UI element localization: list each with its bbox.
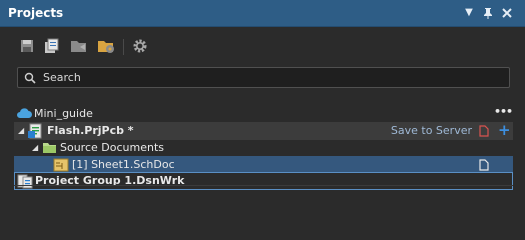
save-icon[interactable] <box>18 37 36 55</box>
tree-item-workspace[interactable]: Mini_guide ••• <box>14 105 513 123</box>
workspace-label: Mini_guide <box>34 107 93 120</box>
tree-item-folder[interactable]: ◢ Source Documents <box>14 139 513 157</box>
panel-divider <box>14 185 513 186</box>
cloud-workspace-icon <box>16 107 32 123</box>
more-options-icon[interactable]: ••• <box>494 105 513 118</box>
project-options-icon[interactable] <box>97 37 115 55</box>
search-icon <box>24 72 36 84</box>
project-group-icon <box>17 174 33 192</box>
pin-icon[interactable] <box>481 6 495 20</box>
folder-label: Source Documents <box>60 141 164 154</box>
chevron-down-icon[interactable]: ▼ <box>462 6 476 20</box>
projects-toolbar <box>0 27 525 63</box>
gear-icon[interactable] <box>131 37 149 55</box>
panel-titlebar: Projects ▼ <box>0 0 525 27</box>
tree-item-project[interactable]: ◢ Flash.PrjPcb * Save to Server + <box>14 121 513 140</box>
collapse-arrow-icon[interactable]: ◢ <box>32 143 38 152</box>
folder-icon <box>42 141 57 157</box>
search-placeholder: Search <box>43 71 81 84</box>
toolbar-divider <box>123 39 124 55</box>
save-to-server-link[interactable]: Save to Server <box>391 124 472 137</box>
version-control-icon[interactable] <box>70 37 88 55</box>
project-label: Flash.PrjPcb * <box>47 124 134 137</box>
document-label: [1] Sheet1.SchDoc <box>72 158 175 171</box>
panel-title: Projects <box>8 6 64 20</box>
search-input[interactable]: Search <box>17 67 510 88</box>
close-icon[interactable] <box>500 6 514 20</box>
save-all-icon[interactable] <box>43 37 61 55</box>
collapse-arrow-icon[interactable]: ◢ <box>18 126 24 135</box>
modified-document-icon[interactable] <box>479 125 489 140</box>
tree-item-project-group[interactable]: Project Group 1.DsnWrk <box>14 172 513 190</box>
add-icon[interactable]: + <box>498 121 511 139</box>
